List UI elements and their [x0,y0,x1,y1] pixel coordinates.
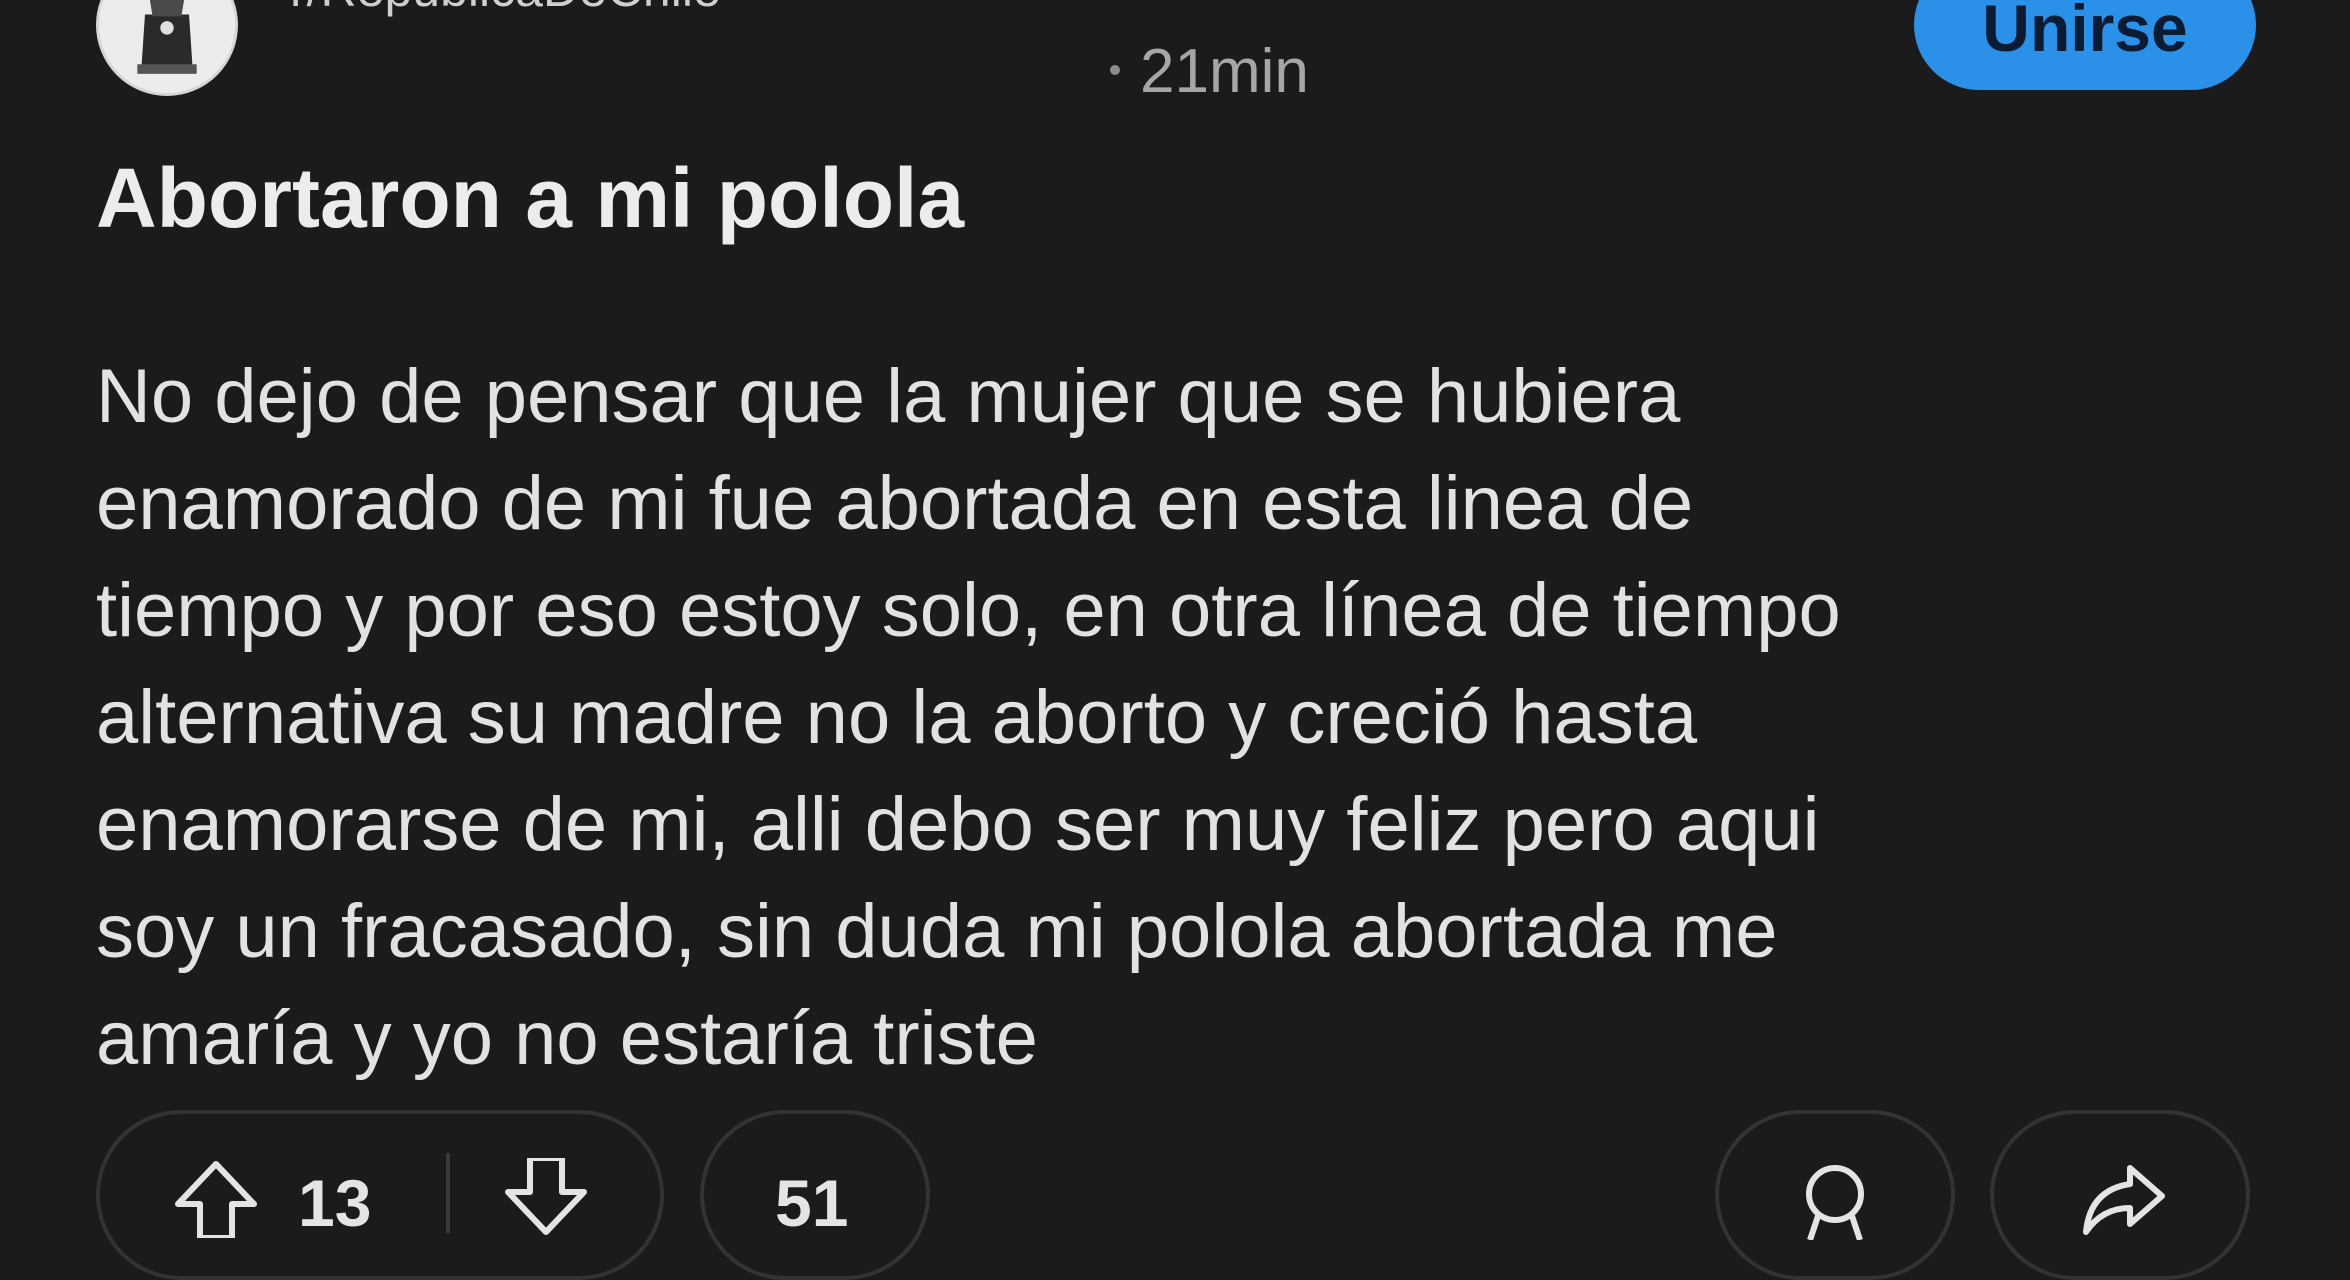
post-time: 21min [1140,37,1309,106]
upvote-arrow-icon[interactable] [170,1158,262,1238]
join-button[interactable]: Unirse [1914,0,2256,90]
subreddit-icon [99,0,235,93]
share-icon [2083,1165,2165,1235]
post-title[interactable]: Abortaron a mi polola [96,150,964,247]
post-body-line: No dejo de pensar que la mujer que se hu… [96,354,1681,439]
post-meta: 21min [1110,36,1309,107]
downvote-arrow-icon[interactable] [500,1158,592,1238]
post-body: No dejo de pensar que la mujer que se hu… [96,343,2286,1092]
post-body-line: alternativa su madre no la aborto y crec… [96,675,1698,760]
post-body-line: enamorarse de mi, alli debo ser muy feli… [96,782,1820,867]
subreddit-avatar[interactable] [96,0,238,96]
post-body-line: soy un fracasado, sin duda mi polola abo… [96,889,1778,974]
post-body-line: amaría y yo no estaría triste [96,996,1038,1081]
separator-dot [1110,64,1120,75]
post-body-line: enamorado de mi fue abortada en esta lin… [96,461,1694,546]
award-icon [1806,1165,1864,1240]
post-body-line: tiempo y por eso estoy solo, en otra lín… [96,568,1841,653]
subreddit-name[interactable]: r/RepublicaDeChile [290,0,721,18]
vote-divider [446,1153,450,1233]
